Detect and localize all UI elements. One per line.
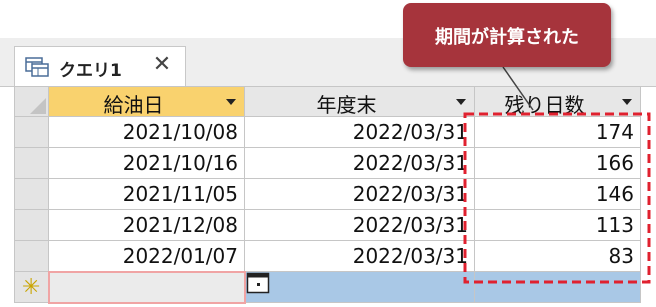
callout-text: 期間が計算された [435,27,579,48]
record-selector[interactable] [14,178,49,210]
cell-remaining-days[interactable]: 174 [474,116,641,148]
cell-remaining-days[interactable]: 146 [474,178,641,210]
tab-label: クエリ1 [59,61,122,81]
calendar-icon[interactable] [246,270,270,294]
column-header-label: 年度末 [316,93,377,117]
cell-fuel-date[interactable]: 2021/10/16 [48,147,245,179]
cell-fuel-date[interactable]: 2022/01/07 [48,240,245,272]
callout-box: 期間が計算された [403,3,611,67]
cell-fuel-date[interactable]: 2021/12/08 [48,209,245,241]
cell-year-end[interactable]: 2022/03/31 [244,209,475,241]
datasheet-grid: 給油日 年度末 残り日数 2021/10/08 2022/03/31 174 2… [14,86,641,304]
chevron-down-icon[interactable] [456,99,466,105]
cell-year-end[interactable]: 2022/03/31 [244,240,475,272]
column-header-remaining-days[interactable]: 残り日数 [474,86,641,117]
cell-remaining-days[interactable]: 113 [474,209,641,241]
chevron-down-icon[interactable] [622,99,632,105]
cell-year-end[interactable]: 2022/03/31 [244,147,475,179]
cell-fuel-date[interactable]: 2021/10/08 [48,116,245,148]
cell-remaining-days[interactable]: 166 [474,147,641,179]
chevron-down-icon[interactable] [226,99,236,105]
record-selector[interactable] [14,240,49,272]
cell-year-end[interactable]: 2022/03/31 [244,116,475,148]
table-row: 2021/10/16 2022/03/31 166 [14,147,641,179]
header-row: 給油日 年度末 残り日数 [14,86,641,117]
new-record-row: ✳ [14,270,641,304]
new-record-asterisk-icon[interactable]: ✳ [14,271,49,303]
record-selector[interactable] [14,116,49,148]
column-header-year-end[interactable]: 年度末 [244,86,475,117]
column-header-fuel-date[interactable]: 給油日 [48,86,245,117]
table-row: 2021/11/05 2022/03/31 146 [14,178,641,210]
column-header-label: 給油日 [103,93,164,117]
close-icon[interactable]: ✕ [151,54,173,76]
record-selector[interactable] [14,209,49,241]
table-row: 2021/12/08 2022/03/31 113 [14,209,641,241]
table-row: 2022/01/07 2022/03/31 83 [14,240,641,272]
select-all-corner-icon [30,98,46,114]
cell-fuel-date[interactable]: 2021/11/05 [48,178,245,210]
select-all-corner[interactable] [14,86,49,117]
cell-remaining-days[interactable]: 83 [474,240,641,272]
new-cell-fuel-date[interactable] [47,270,246,304]
tab-query1[interactable]: クエリ1 ✕ [14,46,186,86]
record-selector[interactable] [14,147,49,179]
table-row: 2021/10/08 2022/03/31 174 [14,116,641,148]
new-cell-year-end[interactable] [244,271,475,303]
cell-year-end[interactable]: 2022/03/31 [244,178,475,210]
query-datasheet-icon [25,57,49,77]
column-header-label: 残り日数 [504,93,585,117]
new-cell-remaining-days[interactable] [474,271,641,303]
